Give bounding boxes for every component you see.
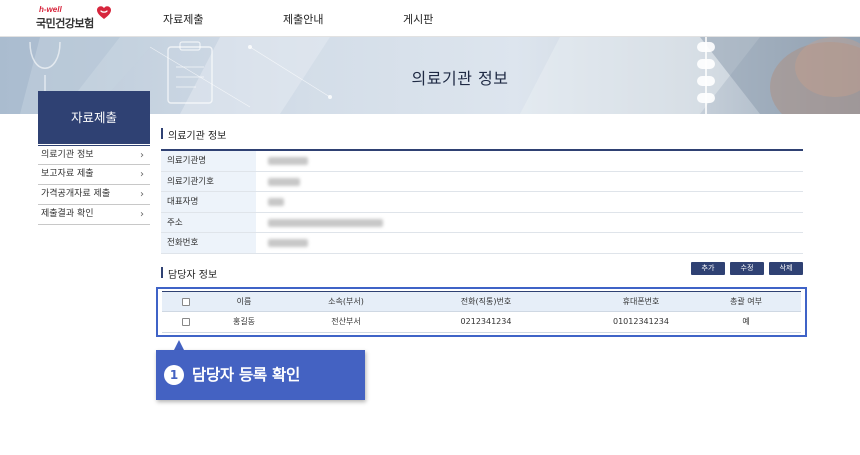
sidebar-item-label: 의료기관 정보 (41, 150, 94, 160)
masked-value (268, 218, 383, 227)
info-label: 대표자명 (161, 192, 256, 212)
contacts-highlight-box: 이름 소속(부서) 전화(직통)번호 휴대폰번호 총괄 여부 홍길동 전산부서 … (156, 287, 807, 337)
step-callout: 1 담당자 등록 확인 (156, 350, 365, 400)
masked-value (268, 157, 308, 165)
info-row-code: 의료기관기호 (161, 171, 803, 192)
sidebar-heading: 자료제출 (38, 91, 150, 144)
contacts-table: 이름 소속(부서) 전화(직통)번호 휴대폰번호 총괄 여부 홍길동 전산부서 … (162, 291, 801, 333)
column-header-chief: 총괄 여부 (730, 297, 762, 306)
table-row[interactable]: 홍길동 전산부서 0212341234 01012341234 예 (162, 312, 801, 333)
info-row-phone: 전화번호 (161, 233, 803, 254)
sidebar-item-label: 보고자료 제출 (41, 169, 94, 179)
sidebar-item-label: 제출결과 확인 (41, 209, 94, 219)
cell-name: 홍길동 (232, 317, 256, 326)
info-label: 전화번호 (161, 233, 256, 253)
sidebar-menu: 의료기관 정보 › 보고자료 제출 › 가격공개자료 제출 › 제출결과 확인 … (38, 145, 150, 225)
add-button[interactable]: 추가 (691, 262, 725, 275)
cell-chief: 예 (742, 317, 750, 326)
chevron-right-icon: › (140, 209, 144, 220)
column-header-phone: 전화(직통)번호 (460, 297, 512, 306)
chevron-right-icon: › (140, 150, 144, 161)
info-row-rep: 대표자명 (161, 192, 803, 213)
column-header-dept: 소속(부서) (328, 297, 364, 306)
column-header-mobile: 휴대폰번호 (622, 297, 660, 306)
hospital-info-title: 의료기관 정보 (161, 127, 226, 142)
edit-button[interactable]: 수정 (730, 262, 764, 275)
logo[interactable]: h-well 국민건강보험 (36, 5, 116, 33)
sidebar-item-report-submit[interactable]: 보고자료 제출 › (38, 165, 150, 185)
info-row-name: 의료기관명 (161, 151, 803, 172)
chevron-right-icon: › (140, 189, 144, 200)
chevron-right-icon: › (140, 169, 144, 180)
top-header: h-well 국민건강보험 자료제출 제출안내 게시판 (0, 0, 860, 37)
info-label: 의료기관기호 (161, 171, 256, 191)
info-label: 주소 (161, 212, 256, 232)
contacts-title: 담당자 정보 (161, 266, 217, 281)
info-label: 의료기관명 (161, 151, 256, 171)
row-checkbox[interactable] (182, 318, 190, 326)
nav-board[interactable]: 게시판 (403, 11, 433, 27)
table-header-row: 이름 소속(부서) 전화(직통)번호 휴대폰번호 총괄 여부 (162, 291, 801, 312)
masked-value (268, 177, 300, 186)
banner-title: 의료기관 정보 (411, 69, 509, 88)
info-row-address: 주소 (161, 212, 803, 233)
callout-text: 담당자 등록 확인 (192, 366, 300, 384)
delete-button[interactable]: 삭제 (769, 262, 803, 275)
cell-phone: 0212341234 (460, 317, 512, 326)
nav-submit-guide[interactable]: 제출안내 (283, 11, 323, 27)
logo-name: 국민건강보험 (36, 17, 94, 30)
masked-value (268, 198, 284, 206)
nav-data-submit[interactable]: 자료제출 (163, 11, 203, 27)
sidebar-item-label: 가격공개자료 제출 (41, 189, 111, 199)
cell-dept: 전산부서 (331, 317, 361, 326)
sidebar-item-result-check[interactable]: 제출결과 확인 › (38, 205, 150, 225)
hospital-info-table: 의료기관명 의료기관기호 대표자명 주소 전화번호 (161, 149, 803, 254)
heart-icon (97, 6, 111, 19)
step-number-badge: 1 (164, 365, 184, 385)
select-all-checkbox[interactable] (182, 298, 190, 306)
masked-value (268, 239, 308, 247)
logo-brand: h-well (39, 5, 62, 14)
sidebar-item-price-submit[interactable]: 가격공개자료 제출 › (38, 185, 150, 205)
cell-mobile: 01012341234 (613, 317, 669, 326)
callout-pointer (174, 340, 184, 350)
sidebar-item-hospital-info[interactable]: 의료기관 정보 › (38, 145, 150, 165)
column-header-name: 이름 (236, 297, 252, 306)
